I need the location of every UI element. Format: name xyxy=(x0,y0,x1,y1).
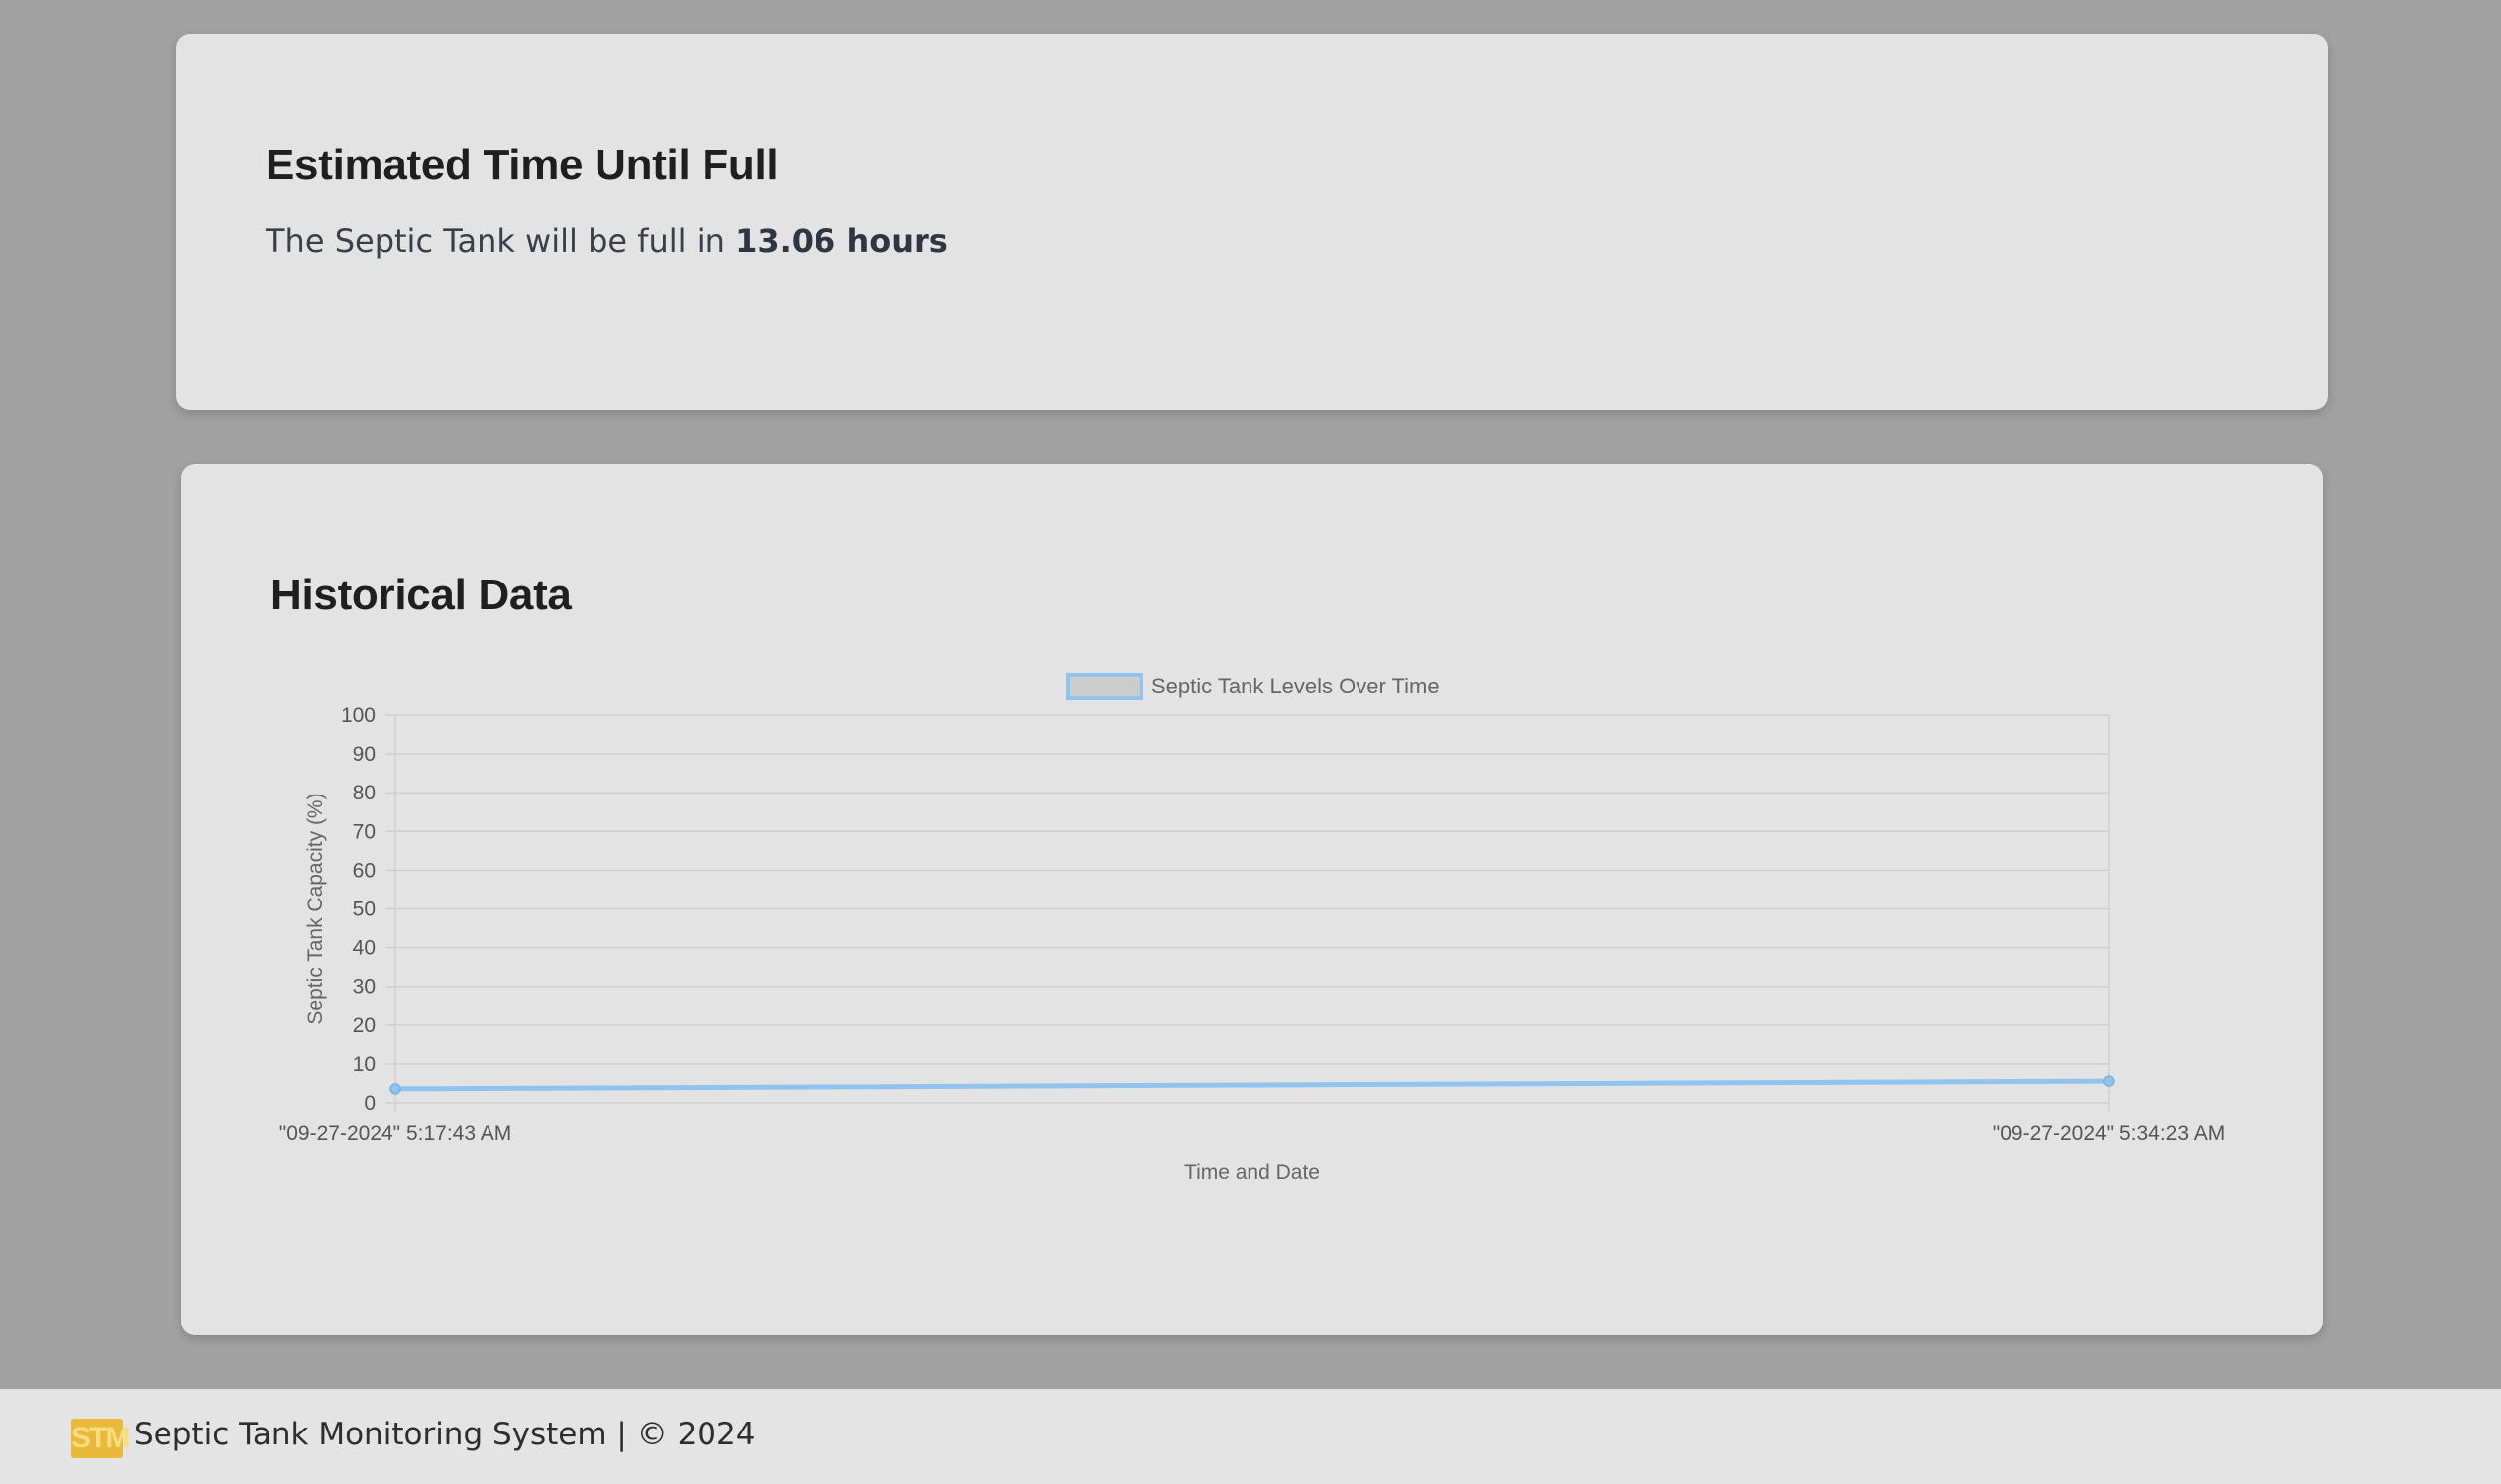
footer: STM Septic Tank Monitoring System | © 20… xyxy=(0,1389,2501,1484)
y-tick-label: 60 xyxy=(353,859,376,882)
y-tick-label: 0 xyxy=(364,1092,376,1114)
y-tick-label: 10 xyxy=(353,1053,376,1076)
y-tick-label: 40 xyxy=(353,937,376,960)
x-axis-label: Time and Date xyxy=(1184,1161,1320,1184)
chart-legend[interactable]: Septic Tank Levels Over Time xyxy=(1066,673,1440,700)
estimate-text-prefix: The Septic Tank will be full in xyxy=(266,222,725,260)
data-point[interactable] xyxy=(2103,1075,2115,1087)
chart-y-ticks: 0 10 20 30 40 50 60 70 80 90 100 xyxy=(341,704,376,1114)
y-tick-label: 50 xyxy=(353,899,376,921)
estimate-value: 13.06 hours xyxy=(735,222,948,260)
x-tick-label: "09-27-2024" 5:17:43 AM xyxy=(279,1122,511,1145)
footer-text: Septic Tank Monitoring System | © 2024 xyxy=(134,1417,756,1452)
stm-logo: STM xyxy=(71,1419,130,1458)
legend-swatch xyxy=(1066,673,1143,700)
chart-grid xyxy=(385,714,2110,1113)
x-tick-label: "09-27-2024" 5:34:23 AM xyxy=(1993,1122,2225,1145)
y-tick-label: 80 xyxy=(353,782,376,804)
estimate-card: Estimated Time Until Full The Septic Tan… xyxy=(176,34,2328,410)
page: Estimated Time Until Full The Septic Tan… xyxy=(0,0,2501,1484)
y-axis-label: Septic Tank Capacity (%) xyxy=(304,793,327,1024)
history-chart[interactable]: 0 10 20 30 40 50 60 70 80 90 100 Septic Tank Level… xyxy=(181,464,2323,1335)
y-tick-label: 90 xyxy=(353,743,376,766)
chart-x-ticks: "09-27-2024" 5:17:43 AM "09-27-2024" 5:34… xyxy=(279,1122,2225,1145)
estimate-title: Estimated Time Until Full xyxy=(266,141,779,189)
y-tick-label: 30 xyxy=(353,976,376,999)
y-tick-label: 100 xyxy=(341,704,376,727)
data-point[interactable] xyxy=(389,1083,401,1095)
estimate-text: The Septic Tank will be full in 13.06 ho… xyxy=(266,222,948,260)
history-card: Historical Data 0 10 20 30 40 50 60 70 80 90 100 S… xyxy=(181,464,2323,1335)
y-tick-label: 70 xyxy=(353,820,376,843)
y-tick-label: 20 xyxy=(353,1014,376,1037)
series-line xyxy=(392,1078,2112,1092)
chart-series xyxy=(389,1075,2115,1095)
legend-label: Septic Tank Levels Over Time xyxy=(1151,674,1440,698)
